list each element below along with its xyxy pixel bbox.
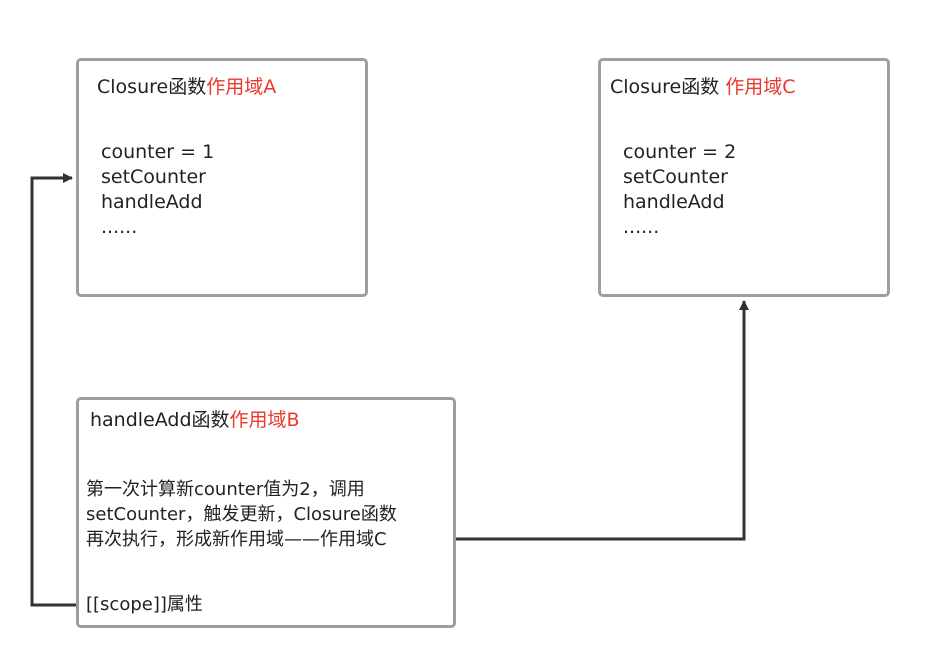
scope-a-title-prefix: Closure函数: [97, 76, 207, 98]
scope-c-var: handleAdd: [623, 191, 725, 213]
scope-c-title-prefix: Closure函数: [610, 76, 726, 98]
scope-c-title-highlight: 作用域C: [725, 76, 796, 98]
scope-c-var: setCounter: [623, 166, 728, 188]
new-scope-arrow: [440, 300, 749, 541]
scope-a-title-highlight: 作用域A: [206, 76, 277, 98]
scope-b-desc-line: 第一次计算新counter值为2，调用: [86, 479, 365, 500]
scope-a-title: Closure函数作用域A: [97, 75, 276, 99]
scope-b-title-prefix: handleAdd函数: [90, 409, 230, 431]
scope-b-title-highlight: 作用域B: [229, 409, 300, 431]
scope-b-title: handleAdd函数作用域B: [90, 408, 300, 432]
scope-a-var: ......: [101, 216, 138, 238]
scope-c-var: counter = 2: [623, 141, 737, 163]
scope-a-var: setCounter: [101, 166, 206, 188]
scope-a-var: handleAdd: [101, 191, 203, 213]
scope-b-desc-line: 再次执行，形成新作用域——作用域C: [86, 529, 387, 550]
scope-c-vars: counter = 2 setCounter handleAdd ......: [623, 140, 736, 240]
scope-b-description: 第一次计算新counter值为2，调用 setCounter，触发更新，Clos…: [86, 477, 397, 552]
scope-a-vars: counter = 1 setCounter handleAdd ......: [101, 140, 214, 240]
scope-a-var: counter = 1: [101, 141, 215, 163]
scope-attribute-label: [[scope]]属性: [86, 594, 203, 615]
scope-b-desc-line: setCounter，触发更新，Closure函数: [86, 504, 397, 525]
scope-c-title: Closure函数 作用域C: [610, 75, 796, 99]
scope-c-var: ......: [623, 216, 660, 238]
